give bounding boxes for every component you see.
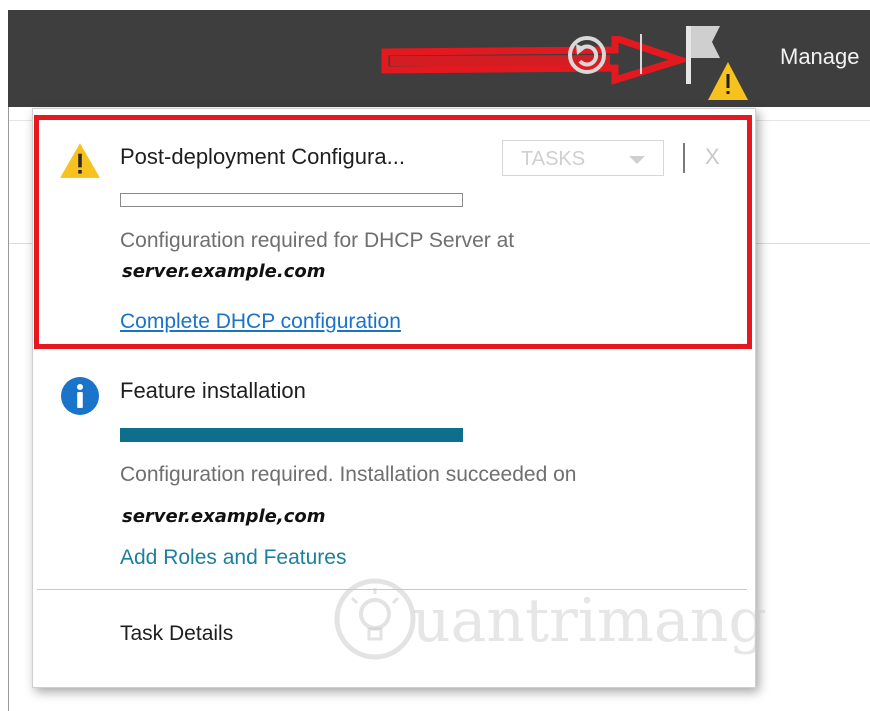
warning-icon [60, 143, 100, 178]
notification-title: Post-deployment Configura... [120, 144, 405, 169]
server-name: server.example.com [122, 261, 326, 282]
notification-description: Configuration required. Installation suc… [120, 463, 577, 486]
toolbar-separator [640, 34, 642, 74]
window-edge [0, 10, 8, 711]
warning-icon [708, 62, 748, 100]
notification-title: Feature installation [120, 378, 306, 403]
progress-bar [120, 428, 463, 442]
close-notification-button[interactable]: X [705, 144, 720, 170]
progress-bar [120, 193, 463, 207]
task-details-link[interactable]: Task Details [120, 622, 233, 646]
tasks-label: TASKS [521, 148, 586, 170]
tasks-dropdown[interactable]: TASKS [502, 140, 664, 176]
popup-divider [37, 589, 747, 590]
refresh-icon[interactable] [562, 30, 612, 80]
complete-dhcp-configuration-link[interactable]: Complete DHCP configuration [120, 310, 401, 334]
notification-description: Configuration required for DHCP Server a… [120, 229, 515, 252]
info-icon [61, 377, 99, 415]
notification-flag-icon[interactable] [684, 24, 750, 104]
content-border [8, 107, 9, 711]
progress-fill [121, 429, 462, 441]
add-roles-and-features-link[interactable]: Add Roles and Features [120, 546, 346, 570]
chevron-down-icon [629, 156, 645, 164]
manage-menu[interactable]: Manage [780, 44, 860, 70]
server-name: server.example,com [122, 506, 326, 527]
separator [683, 143, 685, 173]
